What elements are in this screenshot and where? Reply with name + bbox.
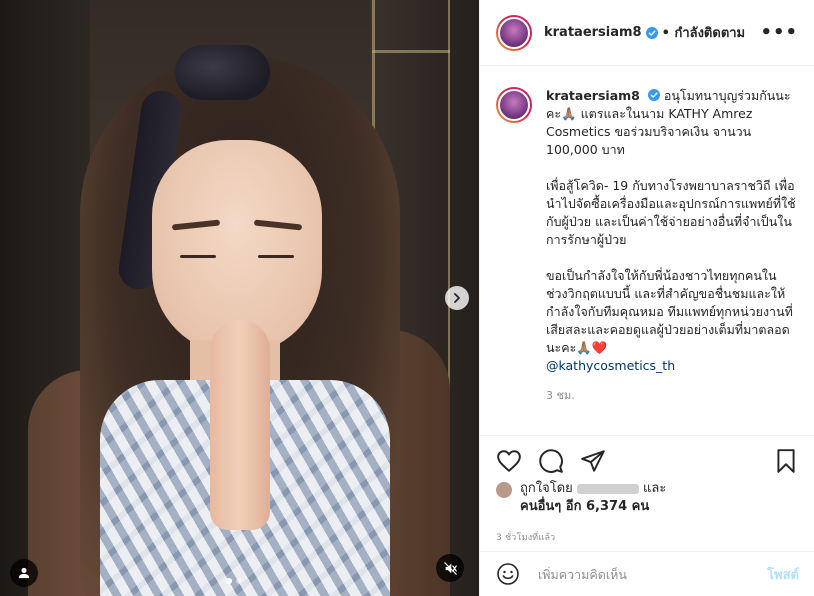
caption-text: krataersiam8 อนุโมทนาบุญร่วมกันนะคะ🙏🏽 แต… <box>546 87 796 405</box>
paper-plane-icon[interactable] <box>580 448 606 474</box>
comment-input[interactable] <box>538 566 768 582</box>
post-timestamp[interactable]: 3 ชั่วโมงที่แล้ว <box>480 516 814 544</box>
post-comment-button[interactable]: โพสต์ <box>767 564 799 585</box>
carousel-indicator <box>226 578 242 584</box>
carousel-next-button[interactable] <box>445 286 469 310</box>
background-frame <box>372 50 450 53</box>
comment-bubble-icon[interactable] <box>538 448 564 474</box>
post-side-panel: krataersiam8 • กำลังติดตาม ••• krataersi… <box>479 0 814 596</box>
action-buttons <box>480 436 814 478</box>
post-header: krataersiam8 • กำลังติดตาม ••• <box>480 0 814 66</box>
following-status-button[interactable]: • กำลังติดตาม <box>662 22 746 43</box>
carousel-dot <box>236 578 242 584</box>
speaker-muted-icon <box>443 561 457 575</box>
liked-by-and: และ <box>643 481 667 496</box>
liker-username-redacted[interactable] <box>576 483 639 494</box>
closed-eye <box>258 255 294 258</box>
likes-summary: ถูกใจโดย และ คนอื่นๆ อีก 6,374 คน <box>480 478 814 516</box>
more-options-button[interactable]: ••• <box>760 22 798 43</box>
post-actions-area: ถูกใจโดย และ คนอื่นๆ อีก 6,374 คน 3 ชั่ว… <box>480 435 814 565</box>
add-comment-bar: โพสต์ <box>480 551 814 596</box>
tagged-users-button[interactable] <box>10 559 38 587</box>
hair-bow <box>175 45 270 100</box>
caption-timestamp[interactable]: 3 ชม. <box>546 387 796 405</box>
carousel-dot-active <box>226 578 232 584</box>
post-media-video[interactable] <box>0 0 479 596</box>
author-username[interactable]: krataersiam8 <box>544 25 642 40</box>
likes-count-link[interactable]: คนอื่นๆ อีก 6,374 คน <box>520 499 649 514</box>
verified-badge-icon <box>647 89 660 101</box>
bookmark-icon[interactable] <box>773 448 799 474</box>
user-silhouette-icon <box>18 567 30 579</box>
closed-eye <box>180 255 216 258</box>
caption-mention-link[interactable]: @kathycosmetics_th <box>546 358 675 373</box>
instagram-post-view: krataersiam8 • กำลังติดตาม ••• krataersi… <box>0 0 814 596</box>
chevron-right-icon <box>454 293 460 303</box>
mute-toggle-button[interactable] <box>436 554 464 582</box>
comments-section: krataersiam8 อนุโมทนาบุญร่วมกันนะคะ🙏🏽 แต… <box>480 67 814 435</box>
heart-icon[interactable] <box>496 448 522 474</box>
caption-paragraph-3: ขอเป็นกำลังใจให้กับพี่น้องชาวไทยทุกคนในช… <box>546 268 793 355</box>
praying-hands <box>210 320 270 530</box>
author-avatar[interactable] <box>496 14 532 51</box>
liker-avatar[interactable] <box>496 482 512 498</box>
caption: krataersiam8 อนุโมทนาบุญร่วมกันนะคะ🙏🏽 แต… <box>496 87 799 405</box>
smiley-icon[interactable] <box>496 562 520 586</box>
caption-username[interactable]: krataersiam8 <box>546 88 640 103</box>
caption-author-avatar[interactable] <box>496 87 532 123</box>
verified-badge-icon <box>645 26 658 39</box>
liked-by-prefix: ถูกใจโดย <box>520 481 573 496</box>
caption-paragraph-2: เพื่อสู้โควิด- 19 กับทางโรงพยาบาลราชวิถี… <box>546 178 796 247</box>
